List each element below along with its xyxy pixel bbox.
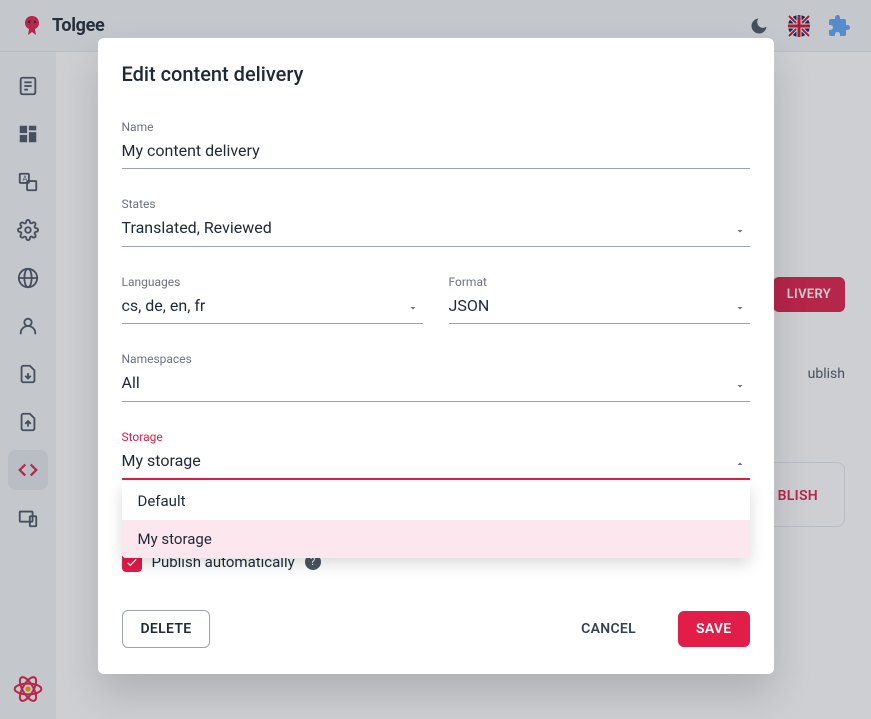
field-storage: Storage My storage Default My storage	[122, 430, 750, 480]
storage-option-my-storage[interactable]: My storage	[122, 520, 750, 558]
field-name: Name	[122, 120, 750, 169]
modal-footer: DELETE CANCEL SAVE	[122, 610, 750, 648]
storage-label: Storage	[122, 430, 750, 444]
name-label: Name	[122, 120, 750, 134]
format-label: Format	[449, 275, 750, 289]
namespaces-label: Namespaces	[122, 352, 750, 366]
field-namespaces: Namespaces All	[122, 352, 750, 401]
modal-title: Edit content delivery	[122, 62, 750, 86]
delete-button[interactable]: DELETE	[122, 610, 211, 648]
languages-select[interactable]: cs, de, en, fr	[122, 295, 423, 324]
field-format: Format JSON	[449, 275, 750, 324]
cancel-button[interactable]: CANCEL	[563, 611, 654, 647]
languages-label: Languages	[122, 275, 423, 289]
storage-dropdown: Default My storage	[122, 482, 750, 558]
states-select[interactable]: Translated, Reviewed	[122, 217, 750, 246]
storage-option-default[interactable]: Default	[122, 482, 750, 520]
storage-select[interactable]: My storage	[122, 450, 750, 480]
states-label: States	[122, 197, 750, 211]
save-button[interactable]: SAVE	[678, 611, 750, 647]
field-states: States Translated, Reviewed	[122, 197, 750, 246]
name-input[interactable]	[122, 140, 750, 169]
edit-content-delivery-modal: Edit content delivery Name States Transl…	[98, 38, 774, 674]
modal-overlay[interactable]: Edit content delivery Name States Transl…	[0, 0, 871, 719]
format-select[interactable]: JSON	[449, 295, 750, 324]
namespaces-select[interactable]: All	[122, 372, 750, 401]
field-languages: Languages cs, de, en, fr	[122, 275, 423, 324]
